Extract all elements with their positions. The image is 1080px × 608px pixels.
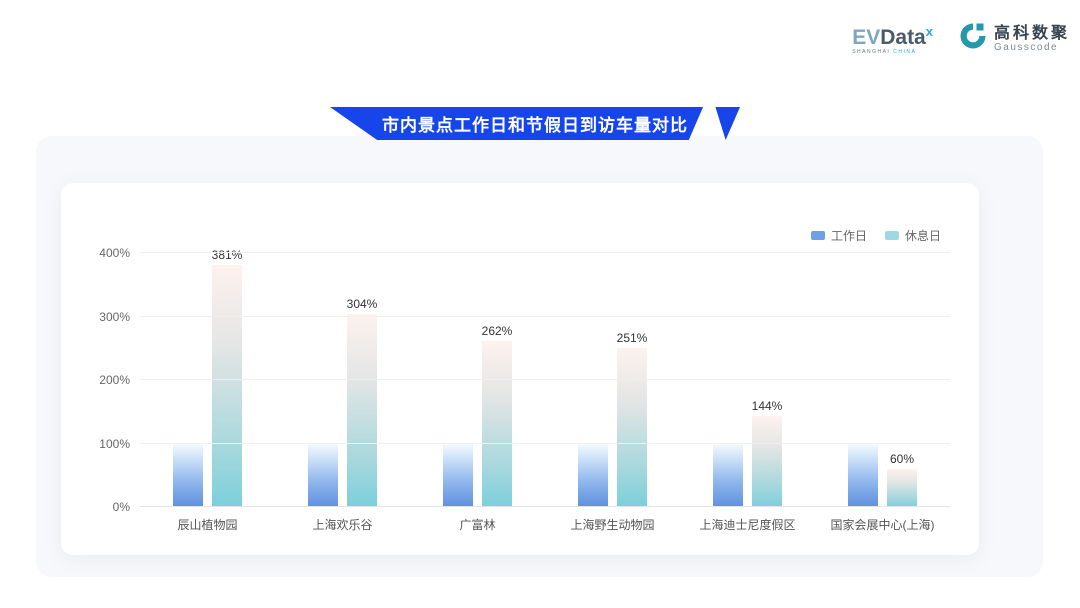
bar-holiday[interactable]: 60%: [887, 469, 917, 507]
gausscode-logo-text: 高科数聚 Gausscode: [994, 25, 1070, 53]
bar-group: 60%国家会展中心(上海): [815, 253, 950, 507]
chart-card: 工作日 休息日 381%辰山植物园304%上海欢乐谷262%广富林251%上海野…: [61, 183, 979, 555]
x-axis-category-label: 国家会展中心(上海): [815, 516, 950, 533]
gridline: [140, 252, 950, 253]
bar-workday[interactable]: [173, 444, 203, 508]
chart-legend: 工作日 休息日: [811, 227, 941, 244]
legend-label-workday: 工作日: [831, 227, 867, 244]
bar-holiday[interactable]: 381%: [212, 265, 242, 507]
bar-pair: 144%: [680, 253, 815, 507]
y-axis-tick-label: 300%: [99, 310, 130, 324]
bar-pair: 262%: [410, 253, 545, 507]
evdata-logo-text: EVDatax: [852, 22, 933, 48]
x-axis-category-label: 上海欢乐谷: [275, 516, 410, 533]
gausscode-icon: [957, 20, 989, 57]
bar-pair: 251%: [545, 253, 680, 507]
gausscode-logo: 高科数聚 Gausscode: [957, 20, 1070, 57]
bar-value-label: 381%: [212, 248, 243, 262]
bar-group: 251%上海野生动物园: [545, 253, 680, 507]
bar-value-label: 144%: [752, 399, 783, 413]
page-title: 市内景点工作日和节假日到访车量对比: [330, 107, 740, 140]
evdata-logo: EVDatax SHANGHAI CHINA: [852, 22, 941, 55]
bar-pair: 60%: [815, 253, 950, 507]
bar-workday[interactable]: [578, 444, 608, 508]
evdata-logo-subtext: SHANGHAI CHINA: [852, 49, 933, 55]
bar-group: 304%上海欢乐谷: [275, 253, 410, 507]
title-banner: 市内景点工作日和节假日到访车量对比: [330, 107, 740, 140]
bar-group: 381%辰山植物园: [140, 253, 275, 507]
plot-area: 381%辰山植物园304%上海欢乐谷262%广富林251%上海野生动物园144%…: [140, 253, 950, 507]
bar-pair: 381%: [140, 253, 275, 507]
legend-swatch-holiday: [885, 231, 899, 240]
bar-holiday[interactable]: 262%: [482, 341, 512, 507]
legend-swatch-workday: [811, 231, 825, 240]
y-axis-tick-label: 200%: [99, 373, 130, 387]
bar-workday[interactable]: [713, 444, 743, 508]
gridline: [140, 443, 950, 444]
bar-holiday[interactable]: 251%: [617, 348, 647, 507]
bar-value-label: 251%: [617, 331, 648, 345]
gridline: [140, 506, 950, 507]
bar-groups: 381%辰山植物园304%上海欢乐谷262%广富林251%上海野生动物园144%…: [140, 253, 950, 507]
y-axis-tick-label: 100%: [99, 437, 130, 451]
bar-value-label: 304%: [347, 297, 378, 311]
legend-item-holiday[interactable]: 休息日: [885, 227, 941, 244]
header-logos: EVDatax SHANGHAI CHINA 高科数聚 Gausscode: [852, 20, 1070, 57]
bar-workday[interactable]: [848, 444, 878, 508]
bar-value-label: 262%: [482, 324, 513, 338]
y-axis-tick-label: 400%: [99, 246, 130, 260]
x-axis-category-label: 上海迪士尼度假区: [680, 516, 815, 533]
legend-label-holiday: 休息日: [905, 227, 941, 244]
bar-holiday[interactable]: 144%: [752, 416, 782, 507]
legend-item-workday[interactable]: 工作日: [811, 227, 867, 244]
gridline: [140, 379, 950, 380]
bar-pair: 304%: [275, 253, 410, 507]
bar-workday[interactable]: [443, 444, 473, 508]
y-axis-tick-label: 0%: [113, 500, 130, 514]
gausscode-cn: 高科数聚: [994, 25, 1070, 42]
bar-group: 262%广富林: [410, 253, 545, 507]
gausscode-en: Gausscode: [994, 42, 1070, 53]
x-axis-category-label: 上海野生动物园: [545, 516, 680, 533]
gridline: [140, 316, 950, 317]
x-axis-category-label: 辰山植物园: [140, 516, 275, 533]
x-axis-category-label: 广富林: [410, 516, 545, 533]
bar-group: 144%上海迪士尼度假区: [680, 253, 815, 507]
bar-value-label: 60%: [890, 452, 914, 466]
bar-holiday[interactable]: 304%: [347, 314, 377, 507]
bar-workday[interactable]: [308, 444, 338, 508]
